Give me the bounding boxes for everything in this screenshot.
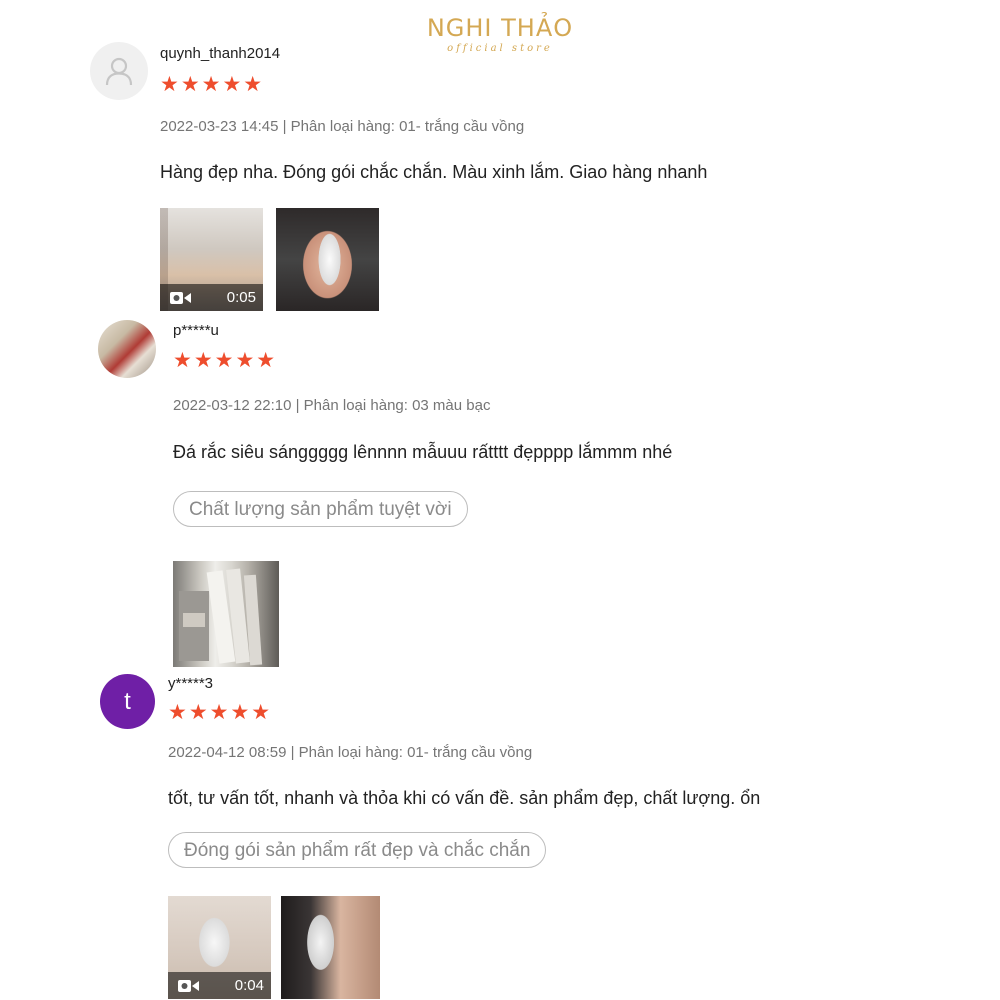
video-camera-icon [170,291,191,304]
video-overlay: 0:04 [168,972,271,999]
avatar[interactable]: t [100,674,155,729]
review-comment: Hàng đẹp nha. Đóng gói chắc chắn. Màu xi… [160,162,708,182]
rating-stars: ★★★★★ [160,73,265,96]
avatar[interactable] [90,42,148,100]
review-meta: 2022-03-12 22:10 | Phân loại hàng: 03 mà… [173,397,491,414]
user-silhouette-icon [105,57,133,86]
review-meta: 2022-03-23 14:45 | Phân loại hàng: 01- t… [160,118,525,135]
video-duration: 0:04 [234,977,264,994]
review-tag: Đóng gói sản phẩm rất đẹp và chắc chắn [168,832,547,868]
video-duration: 0:05 [226,289,256,306]
review-photo-thumbnail[interactable] [276,208,379,311]
video-camera-icon [178,979,199,992]
review-video-thumbnail[interactable]: 0:05 [160,208,263,311]
review-tag: Chất lượng sản phẩm tuyệt vời [173,491,468,527]
review-comment: tốt, tư vấn tốt, nhanh và thỏa khi có vấ… [168,788,761,808]
avatar[interactable] [98,320,156,378]
product-boxes-illustration [179,568,263,666]
rating-stars: ★★★★★ [168,701,273,724]
rating-stars: ★★★★★ [173,349,278,372]
review-photo-thumbnail[interactable] [173,561,279,667]
review-username: p*****u [173,322,219,339]
review-meta: 2022-04-12 08:59 | Phân loại hàng: 01- t… [168,744,533,761]
review-video-thumbnail[interactable]: 0:04 [168,896,271,999]
review-username: y*****3 [168,675,214,692]
review-item: quynh_thanh2014 ★★★★★ 2022-03-23 14:45 |… [0,0,1000,320]
review-comment: Đá rắc siêu sánggggg lênnnn mẫuuu rấtttt… [173,442,673,462]
review-photo-thumbnail[interactable] [281,896,380,999]
review-username: quynh_thanh2014 [160,45,281,62]
video-overlay: 0:05 [160,284,263,311]
